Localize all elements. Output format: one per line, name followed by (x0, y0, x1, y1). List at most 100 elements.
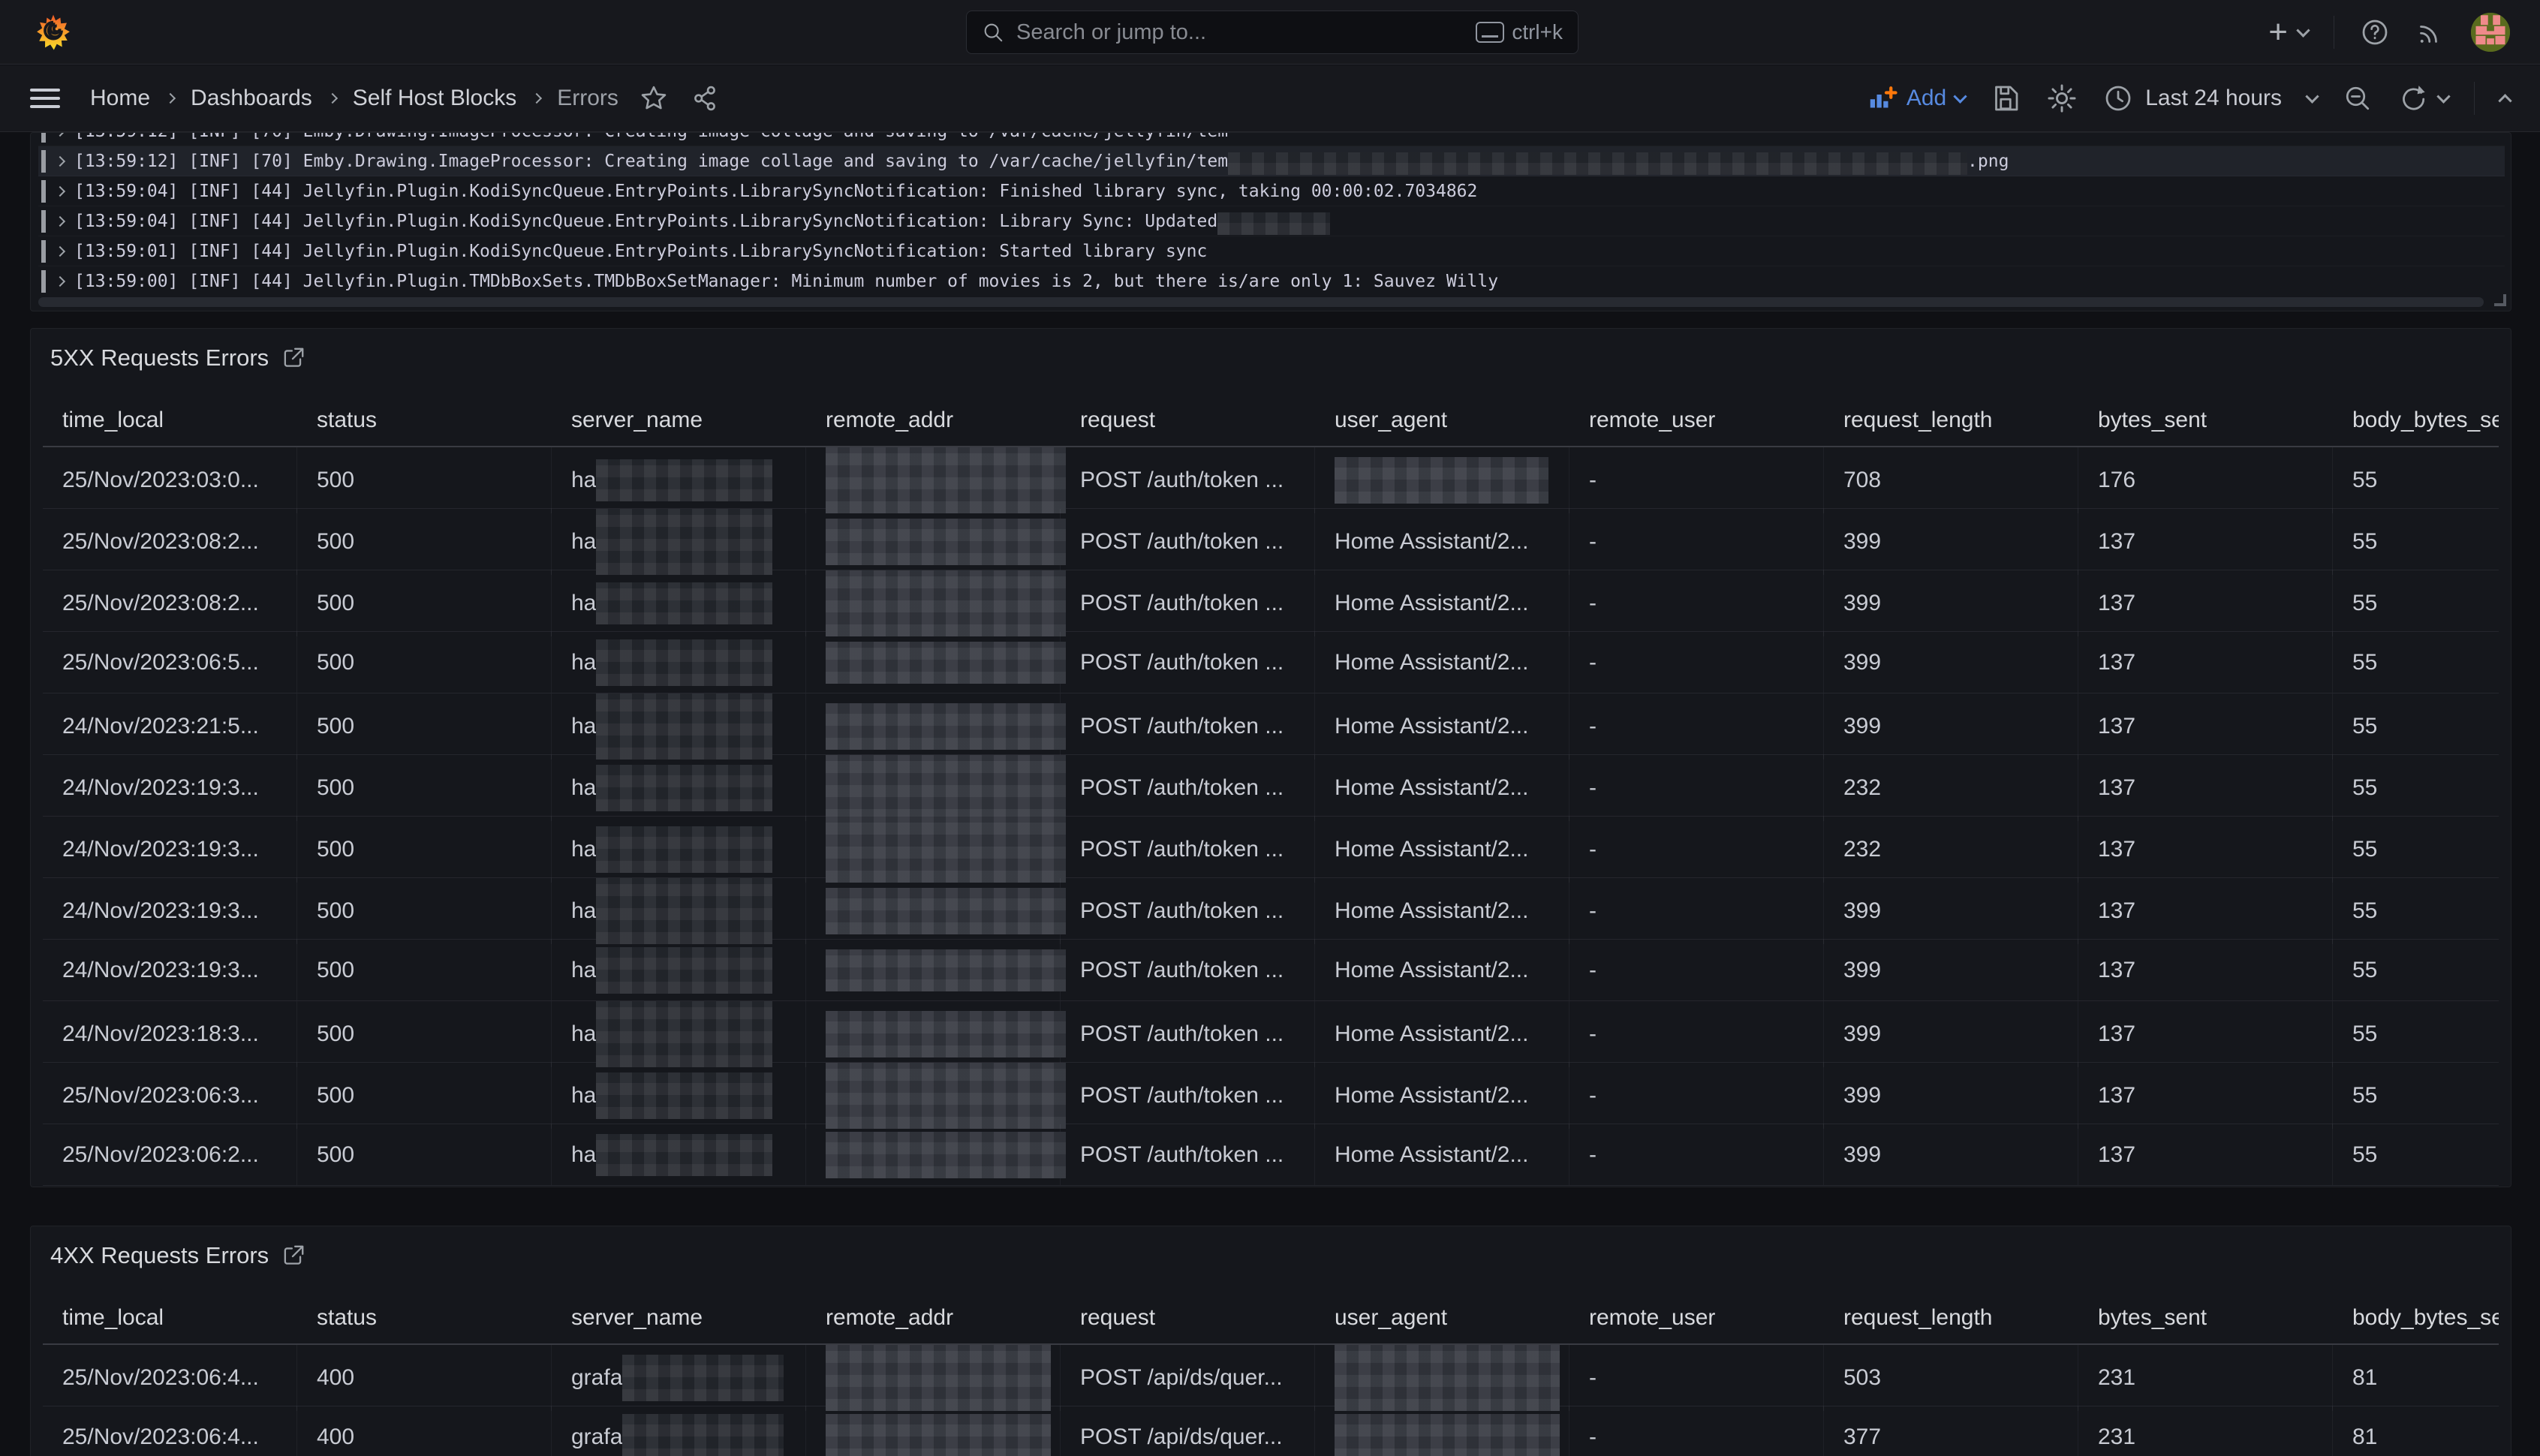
refresh-button[interactable] (2398, 83, 2448, 113)
horizontal-scrollbar[interactable] (38, 297, 2484, 307)
grafana-logo-icon[interactable] (35, 14, 72, 51)
table-cell: 500 (297, 632, 552, 693)
log-line[interactable]: [13:59:00] [INF] [44] Jellyfin.Plugin.TM… (38, 266, 2505, 296)
panel-title[interactable]: 5XX Requests Errors (50, 344, 269, 372)
column-header-request[interactable]: request (1061, 1292, 1315, 1343)
log-level-bar (41, 210, 46, 233)
expand-chevron-icon[interactable] (56, 133, 64, 135)
column-header-server_name[interactable]: server_name (552, 1292, 806, 1343)
column-header-request[interactable]: request (1061, 395, 1315, 446)
favorite-button[interactable] (640, 84, 668, 113)
column-header-user_agent[interactable]: user_agent (1315, 395, 1569, 446)
top-nav: Search or jump to... ctrl+k + (0, 0, 2540, 65)
table-cell: ha (552, 940, 806, 1000)
news-button[interactable] (2415, 17, 2445, 47)
table-cell: POST /auth/token ... (1061, 693, 1315, 760)
clock-icon (2103, 83, 2133, 113)
column-header-time_local[interactable]: time_local (43, 1292, 297, 1343)
panel-title[interactable]: 4XX Requests Errors (50, 1242, 269, 1269)
search-input[interactable]: Search or jump to... ctrl+k (966, 11, 1578, 54)
table-cell: 25/Nov/2023:03:0... (43, 447, 297, 513)
zoom-out-icon (2343, 83, 2373, 113)
dashboard-settings-button[interactable] (2046, 83, 2078, 114)
table-cell: Home Assistant/2... (1315, 1001, 1569, 1067)
table-cell: - (1569, 1124, 1824, 1185)
redacted-text (596, 878, 772, 944)
table-cell: 137 (2078, 1063, 2333, 1129)
keyboard-icon (1476, 22, 1504, 43)
table-cell (806, 693, 1061, 760)
external-link-icon[interactable] (281, 1243, 306, 1268)
redacted-text (826, 447, 1066, 513)
column-header-request_length[interactable]: request_length (1824, 1292, 2078, 1343)
breadcrumb-self-host-blocks[interactable]: Self Host Blocks (353, 86, 516, 111)
expand-chevron-icon[interactable] (56, 218, 64, 225)
breadcrumb-dashboards[interactable]: Dashboards (191, 86, 312, 111)
add-panel-button[interactable]: Add (1867, 83, 1965, 113)
column-header-bytes_sent[interactable]: bytes_sent (2078, 1292, 2333, 1343)
table-cell: 137 (2078, 878, 2333, 944)
share-button[interactable] (691, 84, 719, 113)
column-header-request_length[interactable]: request_length (1824, 395, 2078, 446)
share-icon (691, 84, 719, 113)
log-line[interactable]: [13:59:12] [INF] [70] Emby.Drawing.Image… (38, 133, 2505, 146)
log-line[interactable]: [13:59:04] [INF] [44] Jellyfin.Plugin.Ko… (38, 206, 2505, 236)
redacted-text (596, 826, 772, 873)
table-cell: 399 (1824, 570, 2078, 636)
table-cell: 708 (1824, 447, 2078, 513)
table-cell (806, 570, 1061, 636)
external-link-icon[interactable] (281, 345, 306, 371)
column-header-body_bytes_se[interactable]: body_bytes_se (2333, 395, 2499, 446)
table-cell: POST /api/ds/quer... (1061, 1406, 1315, 1456)
column-header-remote_addr[interactable]: remote_addr (806, 1292, 1061, 1343)
log-line[interactable]: [13:59:01] [INF] [44] Jellyfin.Plugin.Ko… (38, 236, 2505, 266)
collapse-toolbar-button[interactable] (2500, 94, 2510, 104)
column-header-time_local[interactable]: time_local (43, 395, 297, 446)
redacted-text (596, 639, 772, 686)
expand-chevron-icon[interactable] (56, 188, 64, 195)
expand-chevron-icon[interactable] (56, 248, 64, 255)
refresh-icon (2398, 83, 2428, 113)
menu-toggle-button[interactable] (30, 89, 60, 108)
help-button[interactable] (2360, 17, 2390, 47)
column-header-remote_addr[interactable]: remote_addr (806, 395, 1061, 446)
new-button[interactable]: + (2268, 16, 2308, 49)
table-cell: 55 (2333, 817, 2499, 883)
redacted-text (826, 642, 1066, 684)
zoom-out-time-button[interactable] (2343, 83, 2373, 113)
column-header-status[interactable]: status (297, 395, 552, 446)
table-cell: grafa (552, 1406, 806, 1456)
redacted-text (826, 817, 1066, 883)
expand-chevron-icon[interactable] (56, 278, 64, 285)
save-dashboard-button[interactable] (1991, 83, 2021, 113)
log-line[interactable]: [13:59:04] [INF] [44] Jellyfin.Plugin.Ko… (38, 176, 2505, 206)
table-cell (1315, 1345, 1569, 1411)
time-range-picker[interactable]: Last 24 hours (2103, 83, 2317, 113)
search-shortcut: ctrl+k (1476, 20, 1563, 44)
panel-resize-handle[interactable] (2494, 294, 2506, 306)
column-header-user_agent[interactable]: user_agent (1315, 1292, 1569, 1343)
redacted-text (1228, 152, 1967, 175)
expand-chevron-icon[interactable] (56, 158, 64, 165)
breadcrumb-home[interactable]: Home (90, 86, 150, 111)
column-header-remote_user[interactable]: remote_user (1569, 395, 1824, 446)
table-cell: Home Assistant/2... (1315, 1124, 1569, 1185)
table-cell: ha (552, 817, 806, 883)
redacted-text (826, 1414, 1051, 1456)
table-cell: POST /auth/token ... (1061, 755, 1315, 821)
column-header-bytes_sent[interactable]: bytes_sent (2078, 395, 2333, 446)
column-header-status[interactable]: status (297, 1292, 552, 1343)
log-line[interactable]: [13:59:12] [INF] [70] Emby.Drawing.Image… (38, 146, 2505, 176)
table-cell: POST /auth/token ... (1061, 509, 1315, 575)
avatar[interactable] (2471, 13, 2510, 52)
time-range-label: Last 24 hours (2145, 86, 2282, 111)
column-header-server_name[interactable]: server_name (552, 395, 806, 446)
redacted-text (622, 1355, 784, 1401)
column-header-body_bytes_se[interactable]: body_bytes_se (2333, 1292, 2499, 1343)
log-level-bar (41, 240, 46, 263)
table-cell (806, 940, 1061, 1000)
table-cell: 232 (1824, 755, 2078, 821)
table-cell: 55 (2333, 632, 2499, 693)
table-cell: 399 (1824, 632, 2078, 693)
column-header-remote_user[interactable]: remote_user (1569, 1292, 1824, 1343)
